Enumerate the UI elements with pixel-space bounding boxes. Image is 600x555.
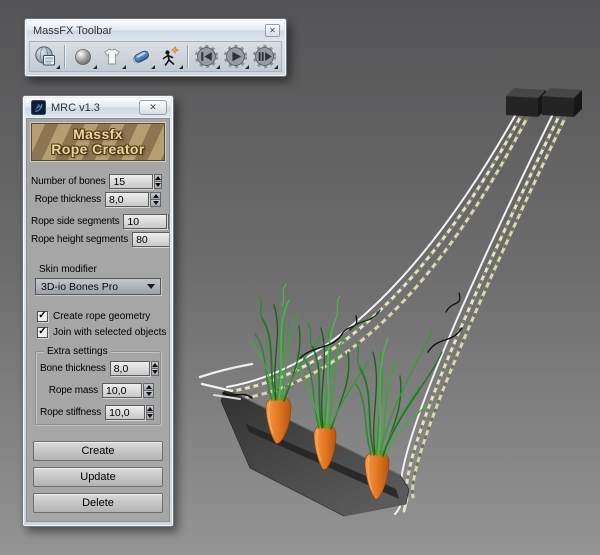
- field-row-number-of-bones: Number of bones: [31, 174, 163, 189]
- number-of-bones-input[interactable]: [109, 174, 154, 189]
- bone-thickness-input[interactable]: [109, 361, 150, 376]
- update-button[interactable]: Update: [33, 467, 163, 487]
- spin-down-button[interactable]: [146, 413, 155, 420]
- mrc-dialog-title: MRC v1.3: [51, 101, 100, 114]
- rope-side-segments-spinner[interactable]: [168, 214, 169, 229]
- spin-up-button[interactable]: [154, 174, 163, 182]
- skin-modifier-label: Skin modifier: [39, 264, 97, 275]
- field-label: Rope side segments: [31, 216, 120, 227]
- rope-creator-banner: Massfx Rope Creator: [30, 122, 166, 162]
- field-row-rope-stiffness: Rope stiffness: [40, 405, 155, 420]
- rope-stiffness-input[interactable]: [105, 405, 146, 420]
- dropdown-arrow-icon: [147, 284, 155, 289]
- check-icon: ✓: [38, 325, 47, 337]
- create-button[interactable]: Create: [33, 441, 163, 461]
- rope-thickness-spinner[interactable]: [150, 192, 161, 207]
- rigid-body-icon: [75, 48, 92, 65]
- mrc-dialog-titlebar[interactable]: MRC v1.3 ✕: [25, 98, 171, 117]
- spin-down-button[interactable]: [150, 200, 161, 207]
- rope-side-segments-input[interactable]: [123, 214, 168, 229]
- massfx-toolbar-titlebar[interactable]: MassFX Toolbar ✕: [27, 21, 284, 40]
- checkbox-label: Create rope geometry: [53, 310, 151, 322]
- field-row-bone-thickness: Bone thickness: [40, 361, 159, 376]
- field-label: Rope stiffness: [40, 407, 102, 418]
- massfx-tools-button[interactable]: [32, 43, 61, 70]
- extra-settings-title: Extra settings: [44, 346, 111, 357]
- ragdoll-button[interactable]: [156, 43, 185, 70]
- check-icon: ✓: [38, 309, 47, 321]
- step-simulation-button[interactable]: [250, 43, 279, 70]
- massfx-toolbar-body: [29, 41, 282, 72]
- rigid-body-button[interactable]: [69, 43, 98, 70]
- massfx-toolbar-title: MassFX Toolbar: [33, 24, 113, 37]
- toolbar-separator: [187, 45, 190, 68]
- checkbox-box: ✓: [37, 309, 48, 322]
- banner-line2: Rope Creator: [51, 141, 145, 157]
- checkbox-join-with-selected-objects[interactable]: ✓ Join with selected objects: [37, 324, 169, 340]
- spin-down-button[interactable]: [143, 391, 154, 398]
- spin-up-button[interactable]: [150, 361, 159, 369]
- constraint-icon: [133, 50, 149, 63]
- rope-height-segments-input[interactable]: [132, 232, 169, 247]
- mrc-dialog-body: Massfx Rope Creator Number of bones Rope…: [26, 118, 170, 522]
- spin-up-button[interactable]: [143, 383, 154, 391]
- field-label: Number of bones: [31, 176, 106, 187]
- spin-down-button[interactable]: [168, 222, 169, 229]
- rope-thickness-input[interactable]: [105, 192, 149, 207]
- banner-line1: Massfx: [73, 126, 123, 143]
- massfx-toolbar-window: MassFX Toolbar ✕: [24, 18, 287, 77]
- field-label: Rope height segments: [31, 234, 129, 245]
- delete-button[interactable]: Delete: [33, 493, 163, 513]
- anchor-box-1[interactable]: [506, 88, 546, 117]
- mcloth-icon: [104, 47, 120, 64]
- debris-strands: [222, 292, 463, 399]
- mcloth-button[interactable]: [98, 43, 127, 70]
- number-of-bones-spinner[interactable]: [154, 174, 163, 189]
- carrot-greens-3[interactable]: [355, 329, 443, 457]
- field-label: Rope mass: [48, 385, 98, 396]
- extra-settings-group: Extra settings Bone thickness Rope mass …: [35, 346, 161, 425]
- mrc-dialog-window: MRC v1.3 ✕ Massfx Rope Creator Number of…: [22, 95, 174, 527]
- toolbar-separator: [63, 45, 66, 68]
- spin-up-button[interactable]: [150, 192, 161, 200]
- bone-thickness-spinner[interactable]: [150, 361, 159, 376]
- play-simulation-button[interactable]: [221, 43, 250, 70]
- 3dsmax-logo-icon: [31, 100, 46, 115]
- field-label: Rope thickness: [34, 194, 101, 205]
- massfx-tools-icon: [35, 45, 56, 65]
- spin-up-button[interactable]: [168, 214, 169, 222]
- step-simulation-icon: [252, 44, 277, 69]
- close-icon[interactable]: ✕: [265, 24, 280, 37]
- constraint-button[interactable]: [127, 43, 156, 70]
- ragdoll-icon: [162, 45, 179, 66]
- reset-simulation-icon: [195, 44, 219, 69]
- close-icon[interactable]: ✕: [139, 100, 167, 115]
- checkbox-box: ✓: [37, 325, 48, 338]
- rope-stiffness-spinner[interactable]: [146, 405, 155, 420]
- skin-modifier-dropdown[interactable]: 3D-io Bones Pro: [35, 278, 161, 295]
- checkbox-label: Join with selected objects: [53, 326, 167, 338]
- reset-simulation-button[interactable]: [192, 43, 221, 70]
- anchor-box-2[interactable]: [542, 88, 582, 117]
- checkbox-create-rope-geometry[interactable]: ✓ Create rope geometry: [37, 308, 169, 324]
- field-row-rope-thickness: Rope thickness: [31, 192, 161, 207]
- spin-up-button[interactable]: [146, 405, 155, 413]
- play-simulation-icon: [224, 44, 248, 69]
- skin-modifier-selected: 3D-io Bones Pro: [41, 280, 119, 293]
- field-row-rope-height-segments: Rope height segments: [31, 232, 169, 247]
- field-row-rope-mass: Rope mass: [40, 383, 154, 398]
- spin-down-button[interactable]: [150, 369, 159, 376]
- spin-down-button[interactable]: [154, 182, 163, 189]
- field-row-rope-side-segments: Rope side segments: [31, 214, 169, 229]
- field-label: Bone thickness: [40, 363, 106, 374]
- rope-mass-input[interactable]: [102, 383, 142, 398]
- rope-mass-spinner[interactable]: [143, 383, 154, 398]
